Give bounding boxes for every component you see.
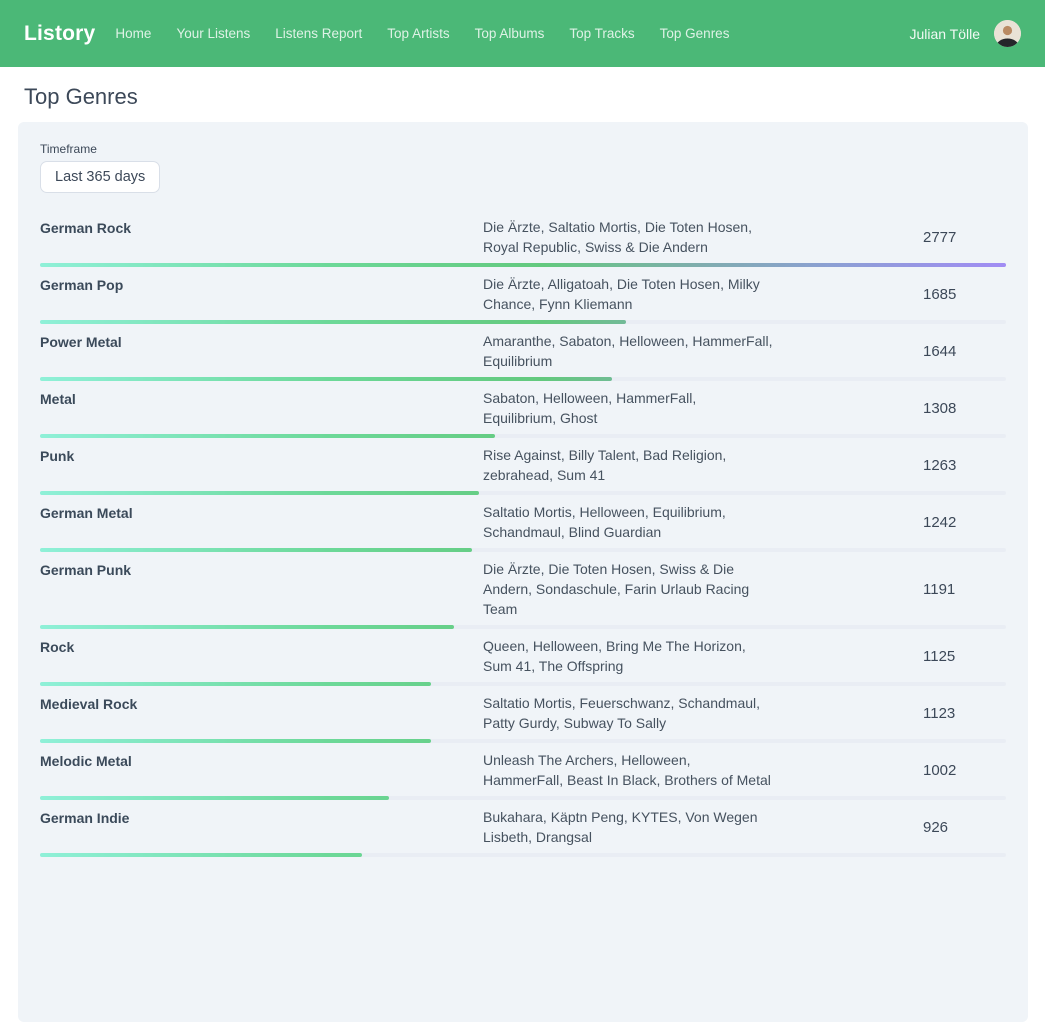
genre-count: 1308 [923,400,1006,417]
genres-table: German Rock Die Ärzte, Saltatio Mortis, … [40,210,1006,857]
genre-artists: Rise Against, Billy Talent, Bad Religion… [483,445,773,485]
timeframe-label: Timeframe [40,142,1006,156]
app-logo[interactable]: Listory [24,22,95,46]
table-row: German Indie Bukahara, Käptn Peng, KYTES… [40,800,1006,857]
user-name[interactable]: Julian Tölle [909,26,980,42]
genre-name: German Punk [40,559,483,580]
timeframe-select-button[interactable]: Last 365 days [40,161,160,193]
nav-item-your-listens[interactable]: Your Listens [176,26,250,41]
genre-artists: Saltatio Mortis, Feuerschwanz, Schandmau… [483,693,773,733]
user-avatar[interactable] [994,20,1021,47]
genre-artists: Queen, Helloween, Bring Me The Horizon, … [483,636,773,676]
table-row: German Metal Saltatio Mortis, Helloween,… [40,495,1006,552]
nav-item-top-tracks[interactable]: Top Tracks [569,26,634,41]
genre-name: German Rock [40,217,483,238]
genre-artists: Saltatio Mortis, Helloween, Equilibrium,… [483,502,773,542]
table-row: Melodic Metal Unleash The Archers, Hello… [40,743,1006,800]
genre-count: 1191 [923,581,1006,598]
genre-count: 2777 [923,229,1006,246]
genre-artists: Die Ärzte, Saltatio Mortis, Die Toten Ho… [483,217,773,257]
table-row: German Pop Die Ärzte, Alligatoah, Die To… [40,267,1006,324]
genre-count: 1685 [923,286,1006,303]
genre-name: Melodic Metal [40,750,483,771]
genre-artists: Sabaton, Helloween, HammerFall, Equilibr… [483,388,773,428]
table-row: Power Metal Amaranthe, Sabaton, Hellowee… [40,324,1006,381]
genre-count: 1242 [923,514,1006,531]
genre-count: 1125 [923,648,1006,665]
genre-artists: Die Ärzte, Alligatoah, Die Toten Hosen, … [483,274,773,314]
genre-name: Punk [40,445,483,466]
genre-name: Rock [40,636,483,657]
genres-card: Timeframe Last 365 days German Rock Die … [18,122,1028,1022]
genre-name: Metal [40,388,483,409]
genre-count: 1263 [923,457,1006,474]
genre-count: 926 [923,819,1006,836]
nav-item-top-genres[interactable]: Top Genres [660,26,730,41]
genre-artists: Unleash The Archers, Helloween, HammerFa… [483,750,773,790]
table-row: Punk Rise Against, Billy Talent, Bad Rel… [40,438,1006,495]
nav-item-top-artists[interactable]: Top Artists [387,26,449,41]
genre-bar-fill [40,853,362,857]
genre-artists: Bukahara, Käptn Peng, KYTES, Von Wegen L… [483,807,773,847]
genre-name: Medieval Rock [40,693,483,714]
genre-count: 1644 [923,343,1006,360]
user-avatar-image [994,20,1021,47]
main-nav: Home Your Listens Listens Report Top Artist… [115,26,729,41]
genre-artists: Die Ärzte, Die Toten Hosen, Swiss & Die … [483,559,773,619]
genre-name: German Metal [40,502,483,523]
genre-count: 1002 [923,762,1006,779]
genre-name: Power Metal [40,331,483,352]
genre-bar-track [40,853,1006,857]
table-row: German Rock Die Ärzte, Saltatio Mortis, … [40,210,1006,267]
nav-item-listens-report[interactable]: Listens Report [275,26,362,41]
table-row: Medieval Rock Saltatio Mortis, Feuerschw… [40,686,1006,743]
table-row: Metal Sabaton, Helloween, HammerFall, Eq… [40,381,1006,438]
nav-item-top-albums[interactable]: Top Albums [475,26,545,41]
genre-name: German Pop [40,274,483,295]
table-row: Rock Queen, Helloween, Bring Me The Hori… [40,629,1006,686]
app-header: Listory Home Your Listens Listens Report To… [0,0,1045,67]
genre-count: 1123 [923,705,1006,722]
table-row: German Punk Die Ärzte, Die Toten Hosen, … [40,552,1006,629]
genre-artists: Amaranthe, Sabaton, Helloween, HammerFal… [483,331,773,371]
page-title: Top Genres [24,84,1045,110]
nav-item-home[interactable]: Home [115,26,151,41]
genre-name: German Indie [40,807,483,828]
